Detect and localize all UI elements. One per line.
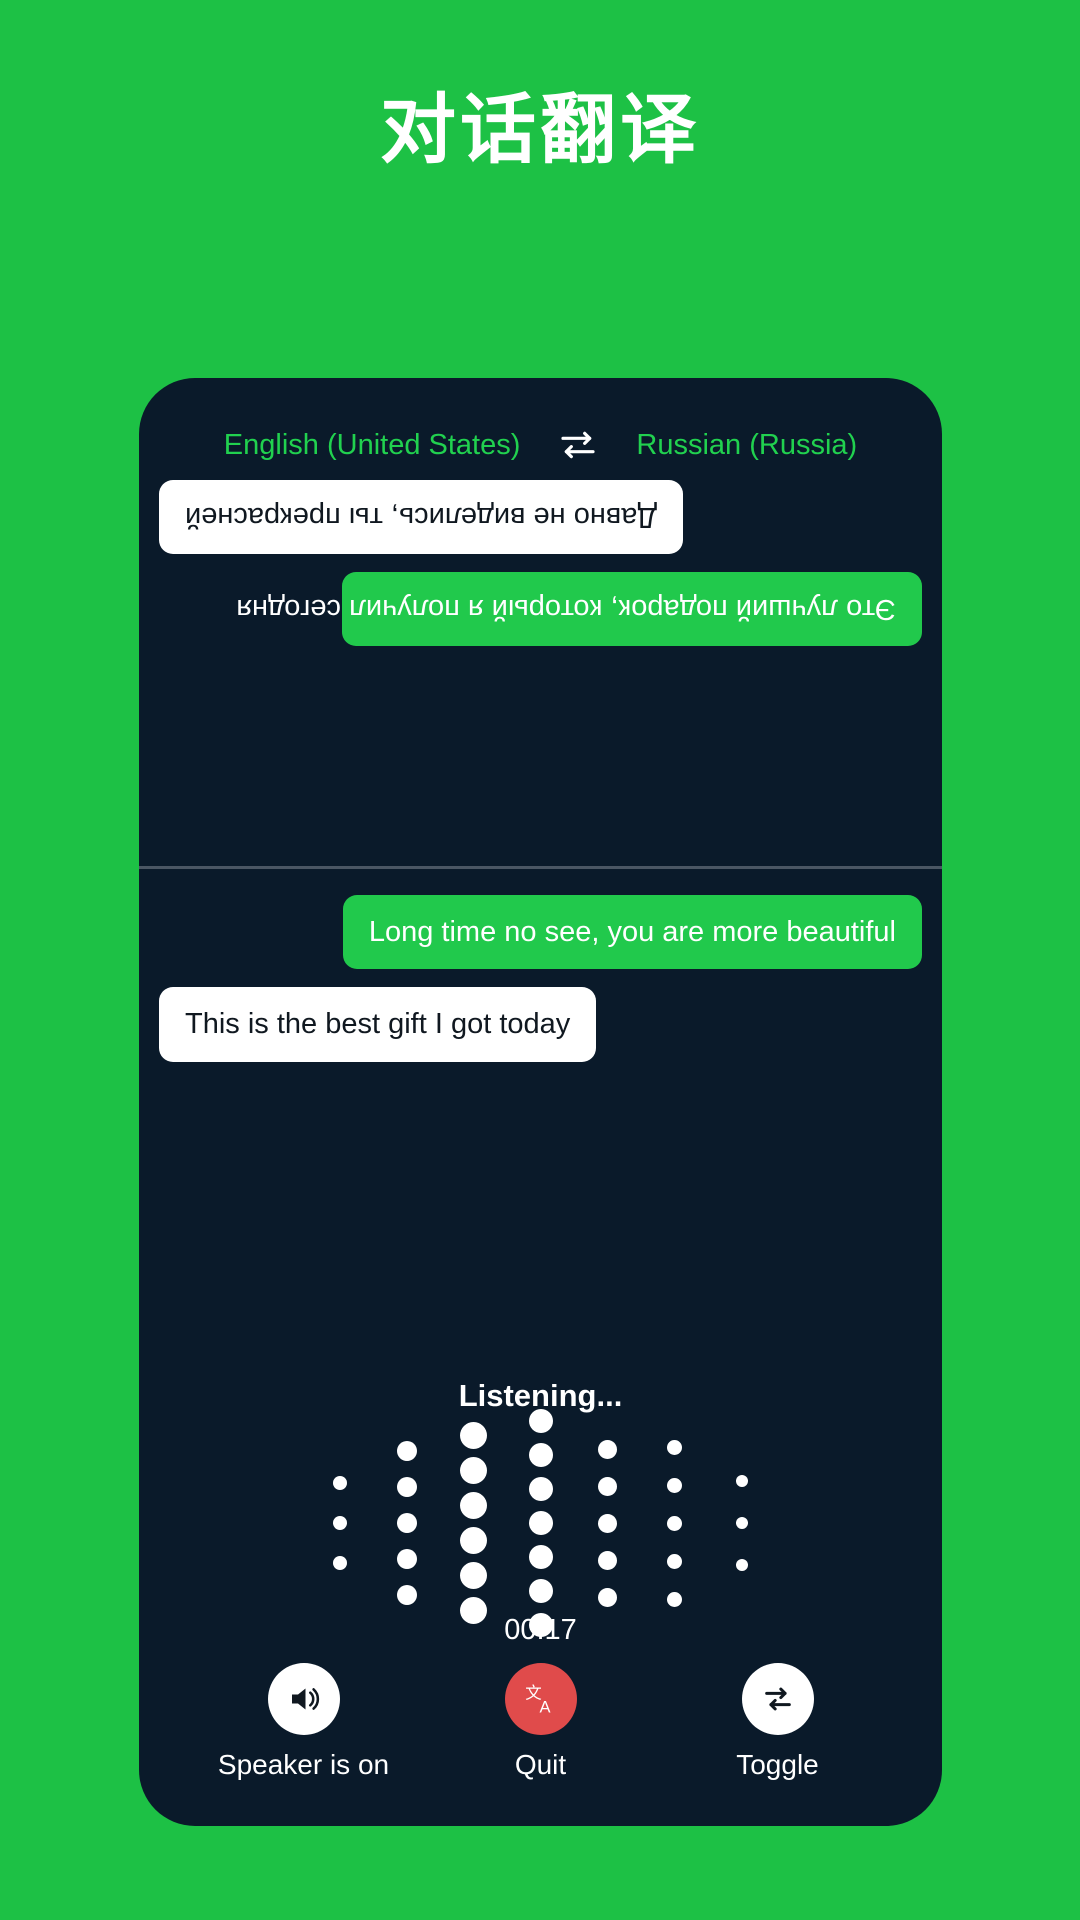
waveform-dot xyxy=(598,1513,617,1533)
waveform-dot xyxy=(528,1579,553,1603)
waveform-dot xyxy=(528,1477,553,1501)
source-language-selector[interactable]: English (United States) xyxy=(224,429,521,462)
control-toggle-button[interactable]: Toggle xyxy=(678,1663,878,1781)
message-row: Long time no see, you are more beautiful xyxy=(159,895,922,970)
waveform-dot xyxy=(396,1513,417,1533)
message-row: Это лучший подарок, который я получил се… xyxy=(159,572,922,647)
toggle-swap-icon[interactable] xyxy=(741,1663,814,1735)
phone-mockup: English (United States) Russian (Russia)… xyxy=(139,378,942,1826)
waveform-column xyxy=(440,1422,507,1624)
waveform-dot xyxy=(735,1475,748,1487)
swap-horizontal-icon[interactable] xyxy=(558,425,598,465)
waveform-column xyxy=(306,1423,373,1623)
waveform-column xyxy=(373,1423,440,1623)
waveform-dot xyxy=(332,1516,347,1530)
control-speaker-is-on-button[interactable]: Speaker is on xyxy=(204,1663,404,1781)
waveform-dot xyxy=(667,1477,682,1493)
waveform-dot xyxy=(460,1527,487,1554)
waveform-column xyxy=(574,1423,641,1623)
control-label: Quit xyxy=(514,1749,567,1780)
waveform-dot xyxy=(598,1550,617,1570)
message-row: Давно не виделись, ты прекрасней xyxy=(159,480,922,555)
audio-waveform-visualizer xyxy=(139,1409,942,1637)
waveform-dot xyxy=(528,1409,553,1433)
translate-icon[interactable]: 文A xyxy=(504,1663,577,1735)
conversation-pane-top-rotated: Это лучший подарок, который я получил се… xyxy=(139,474,942,864)
waveform-dot xyxy=(396,1549,417,1569)
waveform-dot xyxy=(667,1439,682,1455)
waveform-dot xyxy=(460,1422,487,1449)
waveform-dot xyxy=(460,1457,487,1484)
waveform-dot xyxy=(528,1511,553,1535)
waveform-dot xyxy=(396,1441,417,1461)
control-quit-button[interactable]: 文 A Quit xyxy=(441,1663,641,1781)
message-bubble[interactable]: Это лучший подарок, который я получил се… xyxy=(236,572,922,647)
waveform-dot xyxy=(735,1559,748,1571)
pane-divider xyxy=(139,866,942,869)
waveform-dot xyxy=(460,1492,487,1519)
waveform-dot xyxy=(332,1556,347,1570)
waveform-dot xyxy=(667,1553,682,1569)
waveform-column xyxy=(507,1409,574,1637)
waveform-dot xyxy=(598,1439,617,1459)
waveform-dot xyxy=(598,1476,617,1496)
control-label: Toggle xyxy=(736,1749,819,1780)
waveform-dot xyxy=(667,1591,682,1607)
message-bubble[interactable]: This is the best gift I got today xyxy=(159,987,597,1062)
waveform-dot xyxy=(528,1545,553,1569)
waveform-dot xyxy=(396,1585,417,1605)
target-language-selector[interactable]: Russian (Russia) xyxy=(636,429,857,462)
page-title: 对话翻译 xyxy=(380,85,700,174)
waveform-column xyxy=(708,1423,775,1623)
conversation-pane-bottom: Long time no see, you are more beautiful… xyxy=(139,873,942,1118)
waveform-dot xyxy=(667,1515,682,1531)
waveform-dot xyxy=(598,1587,617,1607)
waveform-dot xyxy=(528,1443,553,1467)
waveform-dot xyxy=(735,1517,748,1529)
message-bubble[interactable]: Давно не виделись, ты прекрасней xyxy=(159,480,684,555)
waveform-column xyxy=(641,1423,708,1623)
message-bubble[interactable]: Long time no see, you are more beautiful xyxy=(342,895,922,970)
waveform-dot xyxy=(460,1562,487,1589)
waveform-dot xyxy=(396,1477,417,1497)
recording-timer: 00:17 xyxy=(504,1614,577,1646)
control-bar: Speaker is on 文 A Quit Toggle xyxy=(139,1663,942,1781)
speaker-on-icon[interactable] xyxy=(267,1663,340,1735)
svg-text:A: A xyxy=(539,1699,550,1717)
language-bar: English (United States) Russian (Russia) xyxy=(139,418,942,472)
waveform-dot xyxy=(332,1476,347,1490)
control-label: Speaker is on xyxy=(217,1749,390,1780)
message-row: This is the best gift I got today xyxy=(159,987,922,1062)
